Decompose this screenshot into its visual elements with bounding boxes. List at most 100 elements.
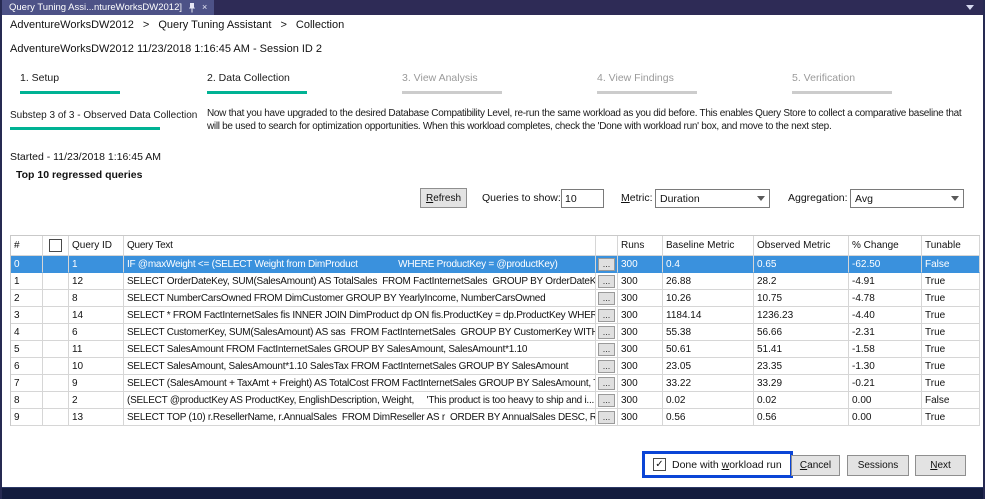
query-text-expand-button[interactable]: ... xyxy=(598,411,615,424)
query-row[interactable]: 46SELECT CustomerKey, SUM(SalesAmount) A… xyxy=(11,324,980,341)
query-detail-cell: ... xyxy=(596,273,618,290)
query-row[interactable]: 913SELECT TOP (10) r.ResellerName, r.Ann… xyxy=(11,409,980,426)
header-baseline-metric[interactable]: Baseline Metric xyxy=(663,236,754,256)
observed-metric-cell: 51.41 xyxy=(754,341,849,358)
row-checkbox-cell xyxy=(43,358,69,375)
runs-cell: 300 xyxy=(618,358,663,375)
query-text-cell: IF @maxWeight <= (SELECT Weight from Dim… xyxy=(124,256,596,273)
step-setup[interactable]: 1. Setup xyxy=(20,72,120,94)
document-tab-strip: Query Tuning Assi...ntureWorksDW2012] × xyxy=(2,0,983,15)
aggregation-select[interactable]: Avg xyxy=(850,189,964,208)
query-text-expand-button[interactable]: ... xyxy=(598,258,615,271)
row-checkbox-cell xyxy=(43,273,69,290)
query-text-expand-button[interactable]: ... xyxy=(598,377,615,390)
chevron-down-icon xyxy=(951,196,959,201)
sessions-button[interactable]: Sessions xyxy=(847,455,909,476)
query-detail-cell: ... xyxy=(596,375,618,392)
runs-cell: 300 xyxy=(618,256,663,273)
header-index[interactable]: # xyxy=(11,236,43,256)
observed-metric-cell: 10.75 xyxy=(754,290,849,307)
tunable-cell: False xyxy=(922,256,980,273)
done-with-workload-highlight: ✓ Done with workload run xyxy=(642,451,793,478)
metric-select[interactable]: Duration xyxy=(655,189,770,208)
query-text-cell: (SELECT @productKey AS ProductKey, Engli… xyxy=(124,392,596,409)
cancel-button[interactable]: Cancel xyxy=(791,455,840,476)
header-query-text[interactable]: Query Text xyxy=(124,236,596,256)
query-row[interactable]: 112SELECT OrderDateKey, SUM(SalesAmount)… xyxy=(11,273,980,290)
close-icon[interactable]: × xyxy=(202,3,207,12)
pin-icon[interactable] xyxy=(188,2,196,13)
pct-change-cell: -62.50 xyxy=(849,256,922,273)
observed-metric-cell: 28.2 xyxy=(754,273,849,290)
baseline-metric-cell: 0.56 xyxy=(663,409,754,426)
runs-cell: 300 xyxy=(618,341,663,358)
step-view-analysis-label: 3. View Analysis xyxy=(402,72,478,84)
header-tunable[interactable]: Tunable xyxy=(922,236,980,256)
observed-metric-cell: 56.66 xyxy=(754,324,849,341)
tunable-cell: False xyxy=(922,392,980,409)
pct-change-cell: 0.00 xyxy=(849,392,922,409)
breadcrumb-qta[interactable]: Query Tuning Assistant xyxy=(158,19,271,31)
query-text-cell: SELECT CustomerKey, SUM(SalesAmount) AS … xyxy=(124,324,596,341)
query-text-expand-button[interactable]: ... xyxy=(598,394,615,407)
baseline-metric-cell: 10.26 xyxy=(663,290,754,307)
query-text-expand-button[interactable]: ... xyxy=(598,292,615,305)
baseline-metric-cell: 1184.14 xyxy=(663,307,754,324)
query-row[interactable]: 314SELECT * FROM FactInternetSales fis I… xyxy=(11,307,980,324)
next-button[interactable]: Next xyxy=(915,455,966,476)
query-row[interactable]: 511SELECT SalesAmount FROM FactInternetS… xyxy=(11,341,980,358)
query-text-cell: SELECT NumberCarsOwned FROM DimCustomer … xyxy=(124,290,596,307)
queries-to-show-input[interactable] xyxy=(561,189,604,208)
query-detail-cell: ... xyxy=(596,256,618,273)
row-checkbox-cell xyxy=(43,290,69,307)
pct-change-cell: -2.31 xyxy=(849,324,922,341)
window-bottom-border xyxy=(2,487,983,499)
query-text-expand-button[interactable]: ... xyxy=(598,326,615,339)
tab-query-tuning-assistant[interactable]: Query Tuning Assi...ntureWorksDW2012] × xyxy=(2,0,214,15)
tab-list-chevron-icon[interactable] xyxy=(966,5,974,10)
chevron-down-icon xyxy=(757,196,765,201)
select-all-checkbox[interactable] xyxy=(49,239,62,252)
breadcrumb: AdventureWorksDW2012 > Query Tuning Assi… xyxy=(10,19,344,31)
observed-metric-cell: 0.65 xyxy=(754,256,849,273)
query-id-cell: 13 xyxy=(69,409,124,426)
step-data-collection[interactable]: 2. Data Collection xyxy=(207,72,307,94)
header-observed-metric[interactable]: Observed Metric xyxy=(754,236,849,256)
query-text-expand-button[interactable]: ... xyxy=(598,275,615,288)
header-runs[interactable]: Runs xyxy=(618,236,663,256)
pct-change-cell: -4.40 xyxy=(849,307,922,324)
tunable-cell: True xyxy=(922,290,980,307)
query-id-cell: 1 xyxy=(69,256,124,273)
header-query-id[interactable]: Query ID xyxy=(69,236,124,256)
query-row[interactable]: 82(SELECT @productKey AS ProductKey, Eng… xyxy=(11,392,980,409)
pct-change-cell: -0.21 xyxy=(849,375,922,392)
baseline-metric-cell: 0.02 xyxy=(663,392,754,409)
runs-cell: 300 xyxy=(618,307,663,324)
refresh-button[interactable]: Refresh xyxy=(420,188,467,208)
query-row[interactable]: 28SELECT NumberCarsOwned FROM DimCustome… xyxy=(11,290,980,307)
query-text-expand-button[interactable]: ... xyxy=(598,360,615,373)
substep-description: Now that you have upgraded to the desire… xyxy=(207,107,965,133)
query-id-cell: 8 xyxy=(69,290,124,307)
runs-cell: 300 xyxy=(618,290,663,307)
query-detail-cell: ... xyxy=(596,341,618,358)
row-index-cell: 7 xyxy=(11,375,43,392)
baseline-metric-cell: 0.4 xyxy=(663,256,754,273)
step-view-findings-label: 4. View Findings xyxy=(597,72,674,84)
pct-change-cell: -1.58 xyxy=(849,341,922,358)
query-row[interactable]: 79SELECT (SalesAmount + TaxAmt + Freight… xyxy=(11,375,980,392)
step-view-findings: 4. View Findings xyxy=(597,72,697,94)
baseline-metric-cell: 23.05 xyxy=(663,358,754,375)
row-index-cell: 4 xyxy=(11,324,43,341)
done-with-workload-checkbox[interactable]: ✓ xyxy=(653,458,666,471)
query-id-cell: 14 xyxy=(69,307,124,324)
query-row[interactable]: 01IF @maxWeight <= (SELECT Weight from D… xyxy=(11,256,980,273)
breadcrumb-collection[interactable]: Collection xyxy=(296,19,344,31)
query-row[interactable]: 610SELECT SalesAmount, SalesAmount*1.10 … xyxy=(11,358,980,375)
table-body: 01IF @maxWeight <= (SELECT Weight from D… xyxy=(11,256,980,426)
query-text-expand-button[interactable]: ... xyxy=(598,309,615,322)
breadcrumb-database[interactable]: AdventureWorksDW2012 xyxy=(10,19,134,31)
baseline-metric-cell: 55.38 xyxy=(663,324,754,341)
header-pct-change[interactable]: % Change xyxy=(849,236,922,256)
query-text-expand-button[interactable]: ... xyxy=(598,343,615,356)
